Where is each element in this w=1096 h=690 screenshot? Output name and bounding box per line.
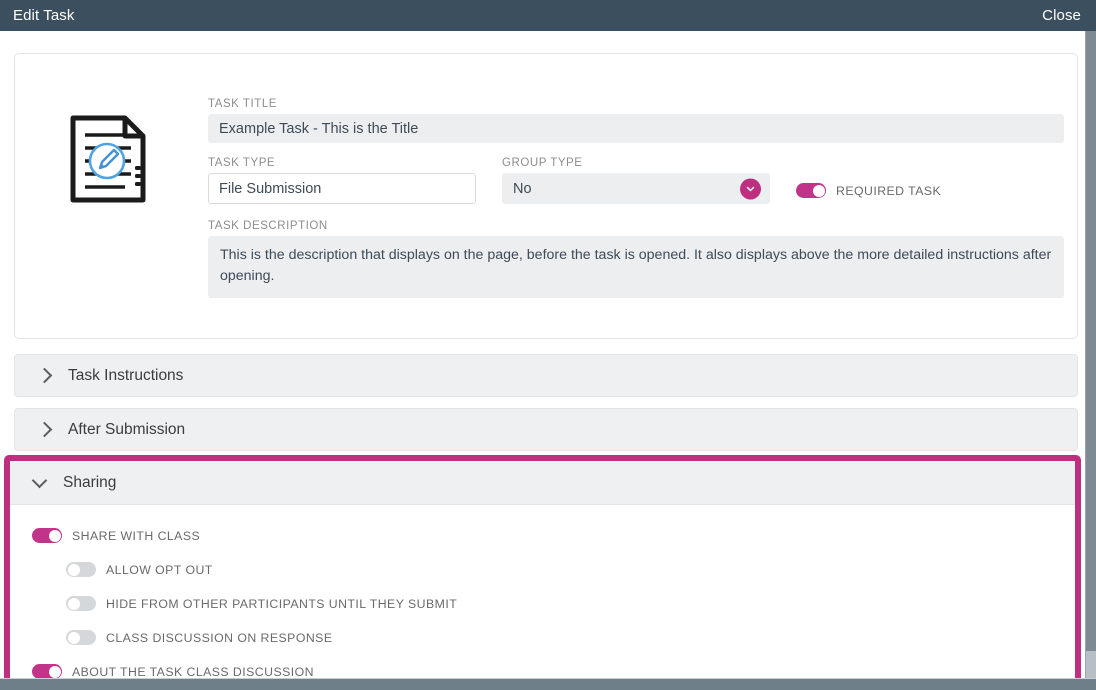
modal-titlebar: Edit Task Close <box>0 0 1096 31</box>
task-title-input[interactable]: Example Task - This is the Title <box>208 114 1064 143</box>
required-task-toggle-row: REQUIRED TASK <box>796 183 941 198</box>
toggle-row-about-the-task-class-discussion: ABOUT THE TASK CLASS DISCUSSION <box>32 664 1075 678</box>
page-title: Edit Task <box>13 7 75 24</box>
group-type-value: No <box>513 180 532 197</box>
task-description-field-group: TASK DESCRIPTION This is the description… <box>208 220 1064 299</box>
hide-from-other-participants-label: HIDE FROM OTHER PARTICIPANTS UNTIL THEY … <box>106 596 458 611</box>
section-sharing: Sharing SHARE WITH CLASS ALLOW OPT OUT H… <box>4 455 1081 678</box>
task-description-input[interactable]: This is the description that displays on… <box>208 236 1064 299</box>
about-the-task-class-discussion-label: ABOUT THE TASK CLASS DISCUSSION <box>72 664 314 679</box>
window-bottom-strip <box>0 678 1096 690</box>
task-detail-card: TASK TITLE Example Task - This is the Ti… <box>14 53 1078 339</box>
close-button[interactable]: Close <box>1042 7 1082 24</box>
task-title-label: TASK TITLE <box>208 98 277 110</box>
section-task-instructions[interactable]: Task Instructions <box>14 354 1078 397</box>
allow-opt-out-toggle[interactable] <box>66 562 96 577</box>
toggle-row-class-discussion-on-response: CLASS DISCUSSION ON RESPONSE <box>66 630 1075 645</box>
vertical-scrollbar[interactable] <box>1085 31 1096 678</box>
hide-from-other-participants-toggle[interactable] <box>66 596 96 611</box>
class-discussion-on-response-label: CLASS DISCUSSION ON RESPONSE <box>106 630 333 645</box>
group-type-label: GROUP TYPE <box>502 157 583 169</box>
document-edit-icon <box>69 114 149 204</box>
section-sharing-label: Sharing <box>63 473 117 491</box>
chevron-right-icon <box>36 367 53 384</box>
allow-opt-out-label: ALLOW OPT OUT <box>106 562 213 577</box>
required-task-label: REQUIRED TASK <box>836 183 942 198</box>
edit-task-modal: Edit Task Close TASK TITLE Example Task … <box>0 0 1096 690</box>
toggle-row-allow-opt-out: ALLOW OPT OUT <box>66 562 1075 577</box>
task-type-field-group: TASK TYPE File Submission <box>208 157 476 204</box>
section-task-instructions-label: Task Instructions <box>68 366 184 384</box>
modal-body: TASK TITLE Example Task - This is the Ti… <box>0 31 1085 678</box>
task-type-input[interactable]: File Submission <box>208 173 476 204</box>
toggle-row-hide-from-other-participants: HIDE FROM OTHER PARTICIPANTS UNTIL THEY … <box>66 596 1075 611</box>
chevron-right-icon <box>36 421 53 438</box>
about-the-task-class-discussion-toggle[interactable] <box>32 664 62 678</box>
section-sharing-header[interactable]: Sharing <box>10 461 1075 505</box>
task-title-field-group: TASK TITLE Example Task - This is the Ti… <box>208 98 1064 143</box>
scrollbar-thumb[interactable] <box>1086 31 1096 651</box>
class-discussion-on-response-toggle[interactable] <box>66 630 96 645</box>
section-after-submission[interactable]: After Submission <box>14 408 1078 451</box>
task-description-label: TASK DESCRIPTION <box>208 220 328 232</box>
group-type-field-group: GROUP TYPE No <box>502 157 770 204</box>
share-with-class-toggle[interactable] <box>32 528 62 543</box>
task-form: TASK TITLE Example Task - This is the Ti… <box>208 98 1064 299</box>
section-after-submission-label: After Submission <box>68 420 186 438</box>
required-task-toggle[interactable] <box>796 183 826 198</box>
group-type-select[interactable]: No <box>502 173 770 204</box>
toggle-row-share-with-class: SHARE WITH CLASS <box>32 528 1075 543</box>
chevron-down-icon <box>31 472 48 489</box>
section-sharing-body: SHARE WITH CLASS ALLOW OPT OUT HIDE FROM… <box>10 505 1075 678</box>
share-with-class-label: SHARE WITH CLASS <box>72 528 201 543</box>
task-type-label: TASK TYPE <box>208 157 276 169</box>
task-meta-row: TASK TYPE File Submission GROUP TYPE No <box>208 157 1064 204</box>
required-task-field-group: REQUIRED TASK <box>796 157 941 204</box>
chevron-down-icon[interactable] <box>740 178 761 199</box>
